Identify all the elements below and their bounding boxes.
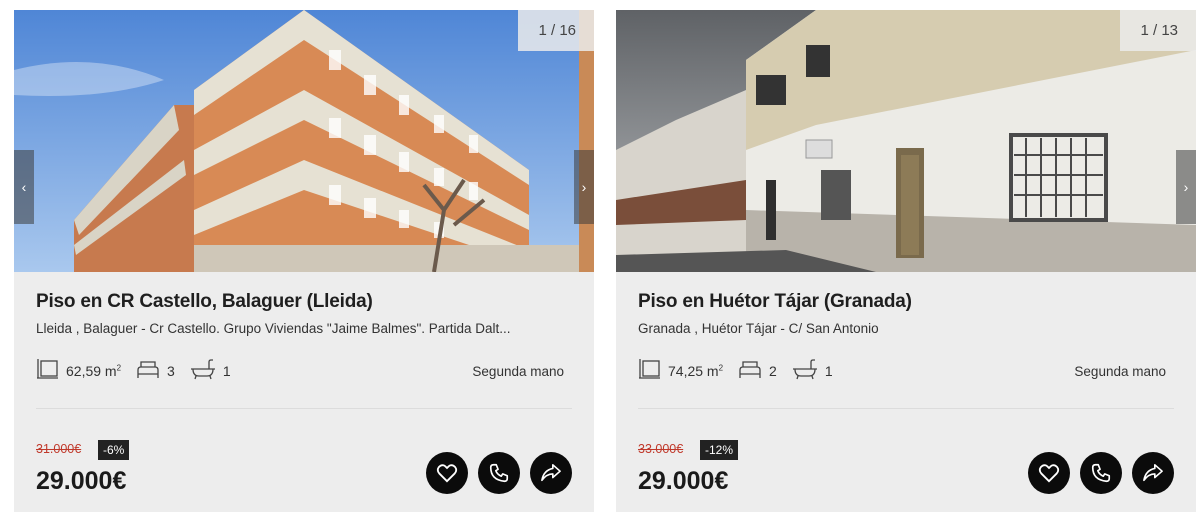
building-photo-1 xyxy=(14,10,594,272)
phone-icon xyxy=(489,463,509,483)
bedrooms-value: 3 xyxy=(167,362,175,379)
price: 29.000€ xyxy=(36,467,127,495)
listing-photo[interactable]: 1 / 16 ‹ › xyxy=(14,10,594,272)
listing-address: Granada , Huétor Tájar - C/ San Antonio xyxy=(638,321,879,336)
listing-title[interactable]: Piso en Huétor Tájar (Granada) xyxy=(638,291,912,313)
divider xyxy=(36,408,572,409)
action-buttons xyxy=(1028,452,1174,494)
old-price: 33.000€ xyxy=(638,442,684,456)
chevron-right-icon[interactable]: › xyxy=(1176,150,1196,224)
listing-info: Piso en Huétor Tájar (Granada) Granada ,… xyxy=(638,272,1174,512)
bedrooms-value: 2 xyxy=(769,362,777,379)
condition-label: Segunda mano xyxy=(1074,364,1166,379)
call-button[interactable] xyxy=(478,452,520,494)
favorite-button[interactable] xyxy=(1028,452,1070,494)
listing-features: 74,25 m2 2 1 xyxy=(638,358,847,383)
discount-badge: -6% xyxy=(98,440,130,460)
bathrooms-value: 1 xyxy=(824,362,833,379)
call-button[interactable] xyxy=(1080,452,1122,494)
bathtub-icon xyxy=(189,358,217,383)
condition-label: Segunda mano xyxy=(472,364,564,379)
old-price: 31.000€ xyxy=(36,442,82,456)
listing-info: Piso en CR Castello, Balaguer (Lleida) L… xyxy=(36,272,572,512)
discount-badge: -12% xyxy=(700,440,739,460)
heart-icon xyxy=(436,464,458,483)
share-icon xyxy=(541,464,561,482)
building-photo-2 xyxy=(616,10,1196,272)
chevron-right-icon[interactable]: › xyxy=(574,150,594,224)
chevron-left-icon[interactable]: ‹ xyxy=(14,150,34,224)
listing-address: Lleida , Balaguer - Cr Castello. Grupo V… xyxy=(36,321,511,336)
favorite-button[interactable] xyxy=(426,452,468,494)
area-icon xyxy=(36,358,60,383)
photo-counter: 1 / 13 xyxy=(1120,10,1196,51)
heart-icon xyxy=(1038,464,1060,483)
area-value: 74,25 m2 xyxy=(668,362,724,379)
listing-photo[interactable]: 1 / 13 › xyxy=(616,10,1196,272)
listing-title[interactable]: Piso en CR Castello, Balaguer (Lleida) xyxy=(36,291,373,313)
area-icon xyxy=(638,358,662,383)
share-icon xyxy=(1143,464,1163,482)
listing-card[interactable]: 1 / 13 › Piso en Huétor Tájar (Granada) … xyxy=(616,10,1196,512)
divider xyxy=(638,408,1174,409)
photo-counter: 1 / 16 xyxy=(518,10,594,51)
share-button[interactable] xyxy=(1132,452,1174,494)
listing-card[interactable]: 1 / 16 ‹ › Piso en CR Castello, Balaguer… xyxy=(14,10,594,512)
action-buttons xyxy=(426,452,572,494)
bathtub-icon xyxy=(791,358,819,383)
bed-icon xyxy=(737,358,763,383)
share-button[interactable] xyxy=(530,452,572,494)
phone-icon xyxy=(1091,463,1111,483)
listing-features: 62,59 m2 3 1 xyxy=(36,358,245,383)
bed-icon xyxy=(135,358,161,383)
area-value: 62,59 m2 xyxy=(66,362,122,379)
price: 29.000€ xyxy=(638,467,729,495)
bathrooms-value: 1 xyxy=(222,362,231,379)
